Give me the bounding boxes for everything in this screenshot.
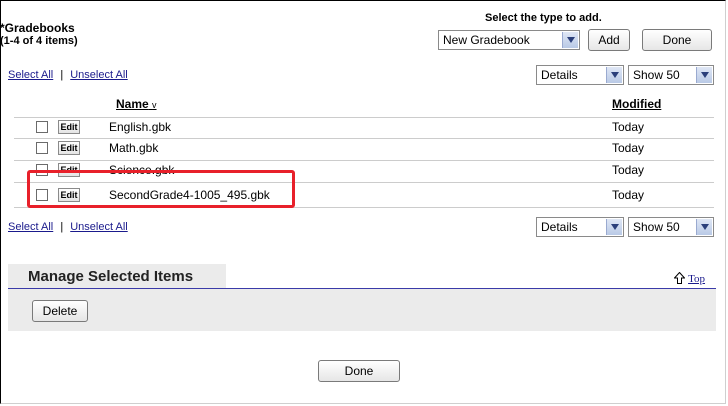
modified-date: Today bbox=[612, 188, 645, 202]
selection-links-top: Select All | Unselect All bbox=[8, 69, 128, 81]
page-size-value: Show 50 bbox=[633, 220, 680, 234]
modified-date: Today bbox=[612, 141, 645, 155]
gradebook-name: Math.gbk bbox=[109, 141, 159, 155]
add-button[interactable]: Add bbox=[588, 29, 630, 51]
row-checkbox[interactable] bbox=[36, 142, 48, 154]
page-size-value: Show 50 bbox=[633, 68, 680, 82]
done-button-bottom[interactable]: Done bbox=[318, 360, 400, 382]
view-select-top[interactable]: Details bbox=[536, 65, 624, 85]
sort-desc-icon: v bbox=[152, 100, 157, 110]
edit-button[interactable]: Edit bbox=[58, 141, 80, 155]
view-select-value: Details bbox=[541, 220, 578, 234]
manage-section-tab: Manage Selected Items bbox=[8, 264, 226, 288]
chevron-down-icon bbox=[562, 32, 578, 48]
column-header-name[interactable]: Name v bbox=[116, 97, 157, 111]
separator: | bbox=[60, 69, 64, 81]
view-select-bottom[interactable]: Details bbox=[536, 217, 624, 237]
select-all-link[interactable]: Select All bbox=[8, 69, 53, 81]
chevron-down-icon bbox=[696, 67, 712, 83]
selection-links-bottom: Select All | Unselect All bbox=[8, 221, 128, 233]
modified-date: Today bbox=[612, 120, 645, 134]
page-title: *Gradebooks bbox=[0, 21, 75, 35]
select-type-label: Select the type to add. bbox=[485, 12, 602, 24]
modified-date: Today bbox=[612, 163, 645, 177]
unselect-all-link[interactable]: Unselect All bbox=[70, 69, 127, 81]
chevron-down-icon bbox=[606, 67, 622, 83]
chevron-down-icon bbox=[606, 219, 622, 235]
gradebook-type-value: New Gradebook bbox=[443, 33, 530, 47]
done-button-top[interactable]: Done bbox=[642, 29, 712, 51]
page-size-select-bottom[interactable]: Show 50 bbox=[628, 217, 714, 237]
select-all-link[interactable]: Select All bbox=[8, 221, 53, 233]
manage-section-title: Manage Selected Items bbox=[28, 268, 194, 285]
unselect-all-link[interactable]: Unselect All bbox=[70, 221, 127, 233]
column-header-modified[interactable]: Modified bbox=[612, 97, 661, 111]
top-link[interactable]: Top bbox=[673, 271, 706, 285]
page-size-select-top[interactable]: Show 50 bbox=[628, 65, 714, 85]
edit-button[interactable]: Edit bbox=[58, 120, 80, 134]
gradebook-name: English.gbk bbox=[109, 120, 172, 134]
delete-button[interactable]: Delete bbox=[32, 300, 88, 322]
highlight-box bbox=[27, 170, 295, 208]
view-select-value: Details bbox=[541, 68, 578, 82]
top-link-label: Top bbox=[688, 273, 706, 285]
up-arrow-icon bbox=[673, 271, 688, 285]
item-count: (1-4 of 4 items) bbox=[0, 35, 78, 47]
column-name-label: Name bbox=[116, 97, 149, 111]
chevron-down-icon bbox=[696, 219, 712, 235]
manage-panel bbox=[8, 289, 716, 331]
separator: | bbox=[60, 221, 64, 233]
gradebook-type-select[interactable]: New Gradebook bbox=[438, 30, 580, 50]
row-checkbox[interactable] bbox=[36, 121, 48, 133]
